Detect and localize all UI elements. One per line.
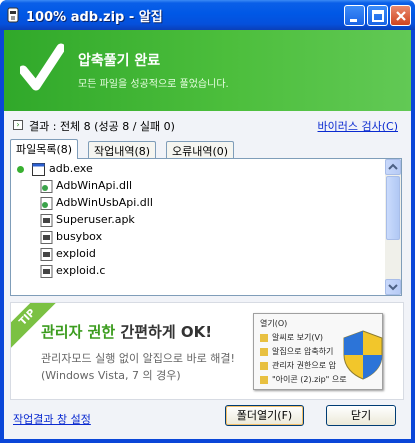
- alzip-icon: [7, 7, 19, 23]
- file-name: AdbWinUsbApi.dll: [56, 196, 153, 209]
- exe-icon: [32, 163, 45, 176]
- expand-arrow-icon[interactable]: ›: [13, 120, 23, 130]
- scroll-up-button[interactable]: [385, 159, 401, 175]
- banner-subtitle: 모든 파일을 성공적으로 풀었습니다.: [78, 79, 229, 90]
- list-item[interactable]: AdbWinUsbApi.dll: [11, 195, 385, 212]
- file-name: Superuser.apk: [56, 213, 135, 226]
- context-menu-item: 알씨로 보기(V): [260, 332, 323, 344]
- file-name: busybox: [56, 230, 103, 243]
- list-item[interactable]: exploid.c: [11, 263, 385, 280]
- content-panel: › 결과 : 전체 8 (성공 8 / 실패 0) 바이러스 검사(C) 파일목…: [4, 111, 411, 439]
- result-window-settings-link[interactable]: 작업결과 창 설정: [13, 411, 91, 427]
- result-summary: 결과 : 전체 8 (성공 8 / 실패 0): [29, 120, 175, 133]
- file-name: exploid.c: [56, 264, 106, 277]
- maximize-icon: [372, 10, 384, 22]
- file-name: AdbWinApi.dll: [56, 179, 133, 192]
- uac-shield-icon: [343, 330, 383, 380]
- vertical-scrollbar[interactable]: [385, 159, 401, 295]
- scroll-down-button[interactable]: [385, 279, 401, 295]
- tip-banner[interactable]: TIP 관리자 권한 간편하게 OK! 관리자모드 실행 없이 알집으로 바로 …: [10, 302, 404, 400]
- list-item[interactable]: Superuser.apk: [11, 212, 385, 229]
- tip-description: 관리자모드 실행 없이 알집으로 바로 해결!: [41, 352, 235, 365]
- tab-file-list[interactable]: 파일목록(8): [10, 139, 79, 159]
- tab-job-history[interactable]: 작업내역(8): [88, 141, 157, 158]
- tip-note: (Windows Vista, 7 의 경우): [41, 369, 181, 382]
- window-frame: 100% adb.zip - 알집 압축풀기 완료 모든 파일을 성공적으로 풀…: [0, 0, 415, 443]
- file-icon: [40, 214, 53, 227]
- scroll-thumb[interactable]: [386, 176, 400, 240]
- context-menu-item: "아이콘 (2).zip" 으로: [260, 374, 347, 386]
- dll-icon: [40, 180, 53, 193]
- chevron-down-icon: [388, 284, 398, 291]
- tab-error-history[interactable]: 오류내역(0): [166, 141, 235, 158]
- list-item[interactable]: busybox: [11, 229, 385, 246]
- file-list[interactable]: adb.exe AdbWinApi.dll AdbWinUsbApi.dll S…: [10, 158, 402, 296]
- success-banner: 압축풀기 완료 모든 파일을 성공적으로 풀었습니다.: [4, 30, 411, 111]
- list-item[interactable]: adb.exe: [11, 161, 385, 178]
- list-item[interactable]: AdbWinApi.dll: [11, 178, 385, 195]
- dll-icon: [40, 197, 53, 210]
- title-bar[interactable]: 100% adb.zip - 알집: [0, 0, 415, 30]
- maximize-button[interactable]: [367, 5, 388, 26]
- file-icon: [40, 231, 53, 244]
- minimize-icon: [350, 19, 357, 22]
- open-folder-button[interactable]: 폴더열기(F): [225, 405, 304, 426]
- selected-dot-icon: [17, 166, 24, 173]
- file-icon: [40, 265, 53, 278]
- context-menu-item: 알집으로 압축하기: [260, 346, 333, 358]
- context-menu-item: 관리자 권한으로 압: [260, 360, 336, 372]
- window-client: 압축풀기 완료 모든 파일을 성공적으로 풀었습니다. › 결과 : 전체 8 …: [4, 30, 411, 439]
- file-icon: [40, 248, 53, 261]
- checkmark-icon: [20, 43, 64, 91]
- chevron-up-icon: [388, 163, 398, 170]
- file-name: exploid: [56, 247, 96, 260]
- window-title: 100% adb.zip - 알집: [26, 10, 163, 25]
- context-menu-item: 열기(O): [260, 319, 288, 328]
- virus-check-link[interactable]: 바이러스 검사(C): [318, 118, 398, 134]
- result-row: › 결과 : 전체 8 (성공 8 / 실패 0) 바이러스 검사(C): [13, 118, 403, 134]
- tip-title-rest: 간편하게 OK!: [115, 323, 213, 341]
- close-button[interactable]: 닫기: [326, 405, 396, 426]
- tip-title-highlight: 관리자 권한: [41, 323, 116, 341]
- minimize-button[interactable]: [344, 5, 365, 26]
- close-window-button[interactable]: [390, 5, 411, 26]
- close-icon: [396, 11, 406, 21]
- tip-title: 관리자 권한 간편하게 OK!: [41, 321, 212, 342]
- list-item[interactable]: exploid: [11, 246, 385, 263]
- banner-title: 압축풀기 완료: [78, 53, 161, 69]
- file-name: adb.exe: [49, 162, 93, 175]
